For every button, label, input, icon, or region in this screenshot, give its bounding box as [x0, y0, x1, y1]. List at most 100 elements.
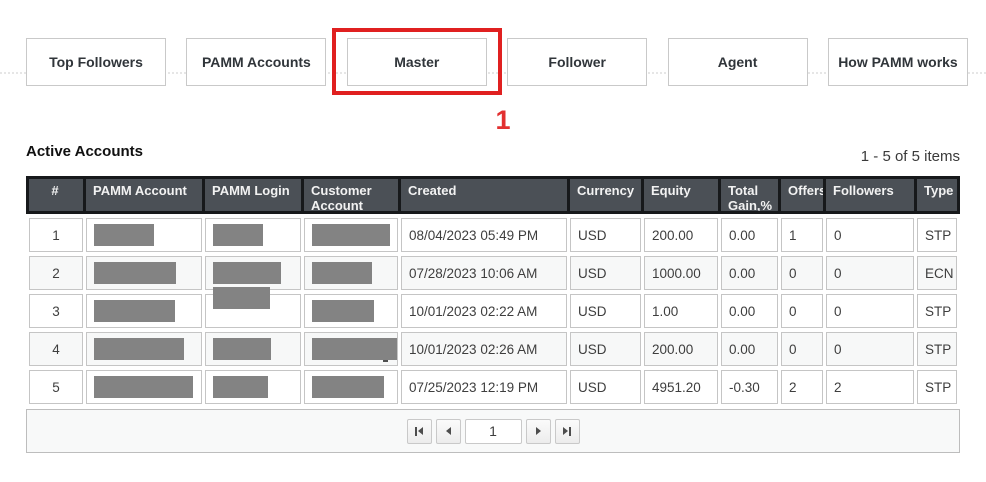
grid-header-row: #PAMM AccountPAMM LoginCustomer Account C…: [26, 176, 960, 214]
cell-num: 1: [29, 218, 83, 252]
cell-type: ECN: [917, 256, 957, 290]
top-navigation: Top Followers PAMM Accounts Master Follo…: [26, 38, 968, 86]
pager-next-button[interactable]: [526, 419, 551, 444]
table-row: 108/04/2023 05:49 PMUSD200.000.0010STP: [26, 218, 960, 252]
cell-pamm-account: [86, 370, 202, 404]
cell-pamm-login: [205, 218, 301, 252]
cell-pamm-login: [205, 332, 301, 366]
tab-master[interactable]: Master: [347, 38, 487, 86]
cell-equity: 200.00: [644, 332, 718, 366]
cell-type: STP: [917, 218, 957, 252]
redacted-value: [94, 262, 176, 284]
cell-created: 07/25/2023 12:19 PM: [401, 370, 567, 404]
column-header-pamm-account: PAMM Account: [86, 179, 202, 211]
cell-equity: 1.00: [644, 294, 718, 328]
redacted-value: [312, 262, 372, 284]
cell-equity: 1000.00: [644, 256, 718, 290]
table-row: 410/01/2023 02:26 AMUSD200.000.0000STP: [26, 332, 960, 366]
page-title: Active Accounts: [26, 143, 143, 160]
table-row: 207/28/2023 10:06 AMUSD1000.000.0000ECN: [26, 256, 960, 290]
grid-body: 108/04/2023 05:49 PMUSD200.000.0010STP20…: [26, 218, 960, 404]
cell-followers: 0: [826, 256, 914, 290]
cell-num: 4: [29, 332, 83, 366]
redacted-value: [94, 338, 184, 360]
redacted-value: [312, 300, 374, 322]
cell-pamm-login: [205, 370, 301, 404]
redacted-value: [213, 338, 271, 360]
cell-currency: USD: [570, 294, 641, 328]
cell-offers: 0: [781, 332, 823, 366]
cell-customer-account: [304, 332, 398, 366]
cell-type: STP: [917, 294, 957, 328]
cell-offers: 1: [781, 218, 823, 252]
cell-type: STP: [917, 370, 957, 404]
cell-offers: 0: [781, 294, 823, 328]
column-header-pamm-login: PAMM Login: [205, 179, 301, 211]
tab-top-followers[interactable]: Top Followers: [26, 38, 166, 86]
redacted-value: [312, 338, 397, 360]
cell-currency: USD: [570, 218, 641, 252]
cell-currency: USD: [570, 332, 641, 366]
next-page-icon: [536, 427, 541, 435]
redacted-value: [213, 224, 263, 246]
tab-pamm-accounts[interactable]: PAMM Accounts: [186, 38, 326, 86]
cell-created: 08/04/2023 05:49 PM: [401, 218, 567, 252]
cell-type: STP: [917, 332, 957, 366]
tab-agent[interactable]: Agent: [668, 38, 808, 86]
column-header-followers: Followers: [826, 179, 914, 211]
column-header-total-gain: Total Gain,%: [721, 179, 778, 211]
cell-customer-account: [304, 370, 398, 404]
cell-customer-account: [304, 294, 398, 328]
redacted-value: [213, 287, 270, 309]
cell-followers: 0: [826, 294, 914, 328]
cell-pamm-login: [205, 256, 301, 290]
grid-pager: [26, 409, 960, 453]
cell-pamm-account: [86, 332, 202, 366]
pager-items-summary: 1 - 5 of 5 items: [861, 148, 960, 165]
cell-followers: 0: [826, 332, 914, 366]
cell-equity: 4951.20: [644, 370, 718, 404]
cell-offers: 2: [781, 370, 823, 404]
column-header-num: #: [29, 179, 83, 211]
column-header-equity: Equity: [644, 179, 718, 211]
cell-total-gain: 0.00: [721, 256, 778, 290]
cell-followers: 0: [826, 218, 914, 252]
cell-followers: 2: [826, 370, 914, 404]
cell-total-gain: 0.00: [721, 218, 778, 252]
redacted-value: [312, 376, 384, 398]
pager-page-input[interactable]: [465, 419, 522, 444]
pager-last-button[interactable]: [555, 419, 580, 444]
table-row: 507/25/2023 12:19 PMUSD4951.20-0.3022STP: [26, 370, 960, 404]
column-header-offers: Offers: [781, 179, 823, 211]
cell-num: 2: [29, 256, 83, 290]
cell-pamm-login: [205, 294, 301, 328]
column-header-currency: Currency: [570, 179, 641, 211]
active-accounts-grid: #PAMM AccountPAMM LoginCustomer Account C…: [26, 176, 960, 453]
annotation-step-number: 1: [482, 105, 524, 136]
previous-page-icon: [446, 427, 451, 435]
cell-total-gain: 0.00: [721, 332, 778, 366]
table-row: 310/01/2023 02:22 AMUSD1.000.0000STP: [26, 294, 960, 328]
column-header-type: Type: [917, 179, 957, 211]
cell-offers: 0: [781, 256, 823, 290]
redacted-value: [213, 262, 281, 284]
cell-total-gain: 0.00: [721, 294, 778, 328]
redacted-value: [94, 376, 193, 398]
tab-follower[interactable]: Follower: [507, 38, 647, 86]
cell-num: 5: [29, 370, 83, 404]
pamm-page: Top Followers PAMM Accounts Master Follo…: [0, 0, 986, 482]
cell-currency: USD: [570, 256, 641, 290]
redacted-value: [94, 300, 175, 322]
cell-customer-account: [304, 218, 398, 252]
pager-prev-button[interactable]: [436, 419, 461, 444]
pager-first-button[interactable]: [407, 419, 432, 444]
cell-equity: 200.00: [644, 218, 718, 252]
cell-currency: USD: [570, 370, 641, 404]
tab-how-pamm-works[interactable]: How PAMM works: [828, 38, 968, 86]
cell-created: 10/01/2023 02:22 AM: [401, 294, 567, 328]
redacted-value: [312, 224, 390, 246]
redaction-remnant-mark: [383, 360, 388, 362]
column-header-customer-account: Customer Account: [304, 179, 398, 211]
cell-created: 10/01/2023 02:26 AM: [401, 332, 567, 366]
redacted-value: [94, 224, 154, 246]
